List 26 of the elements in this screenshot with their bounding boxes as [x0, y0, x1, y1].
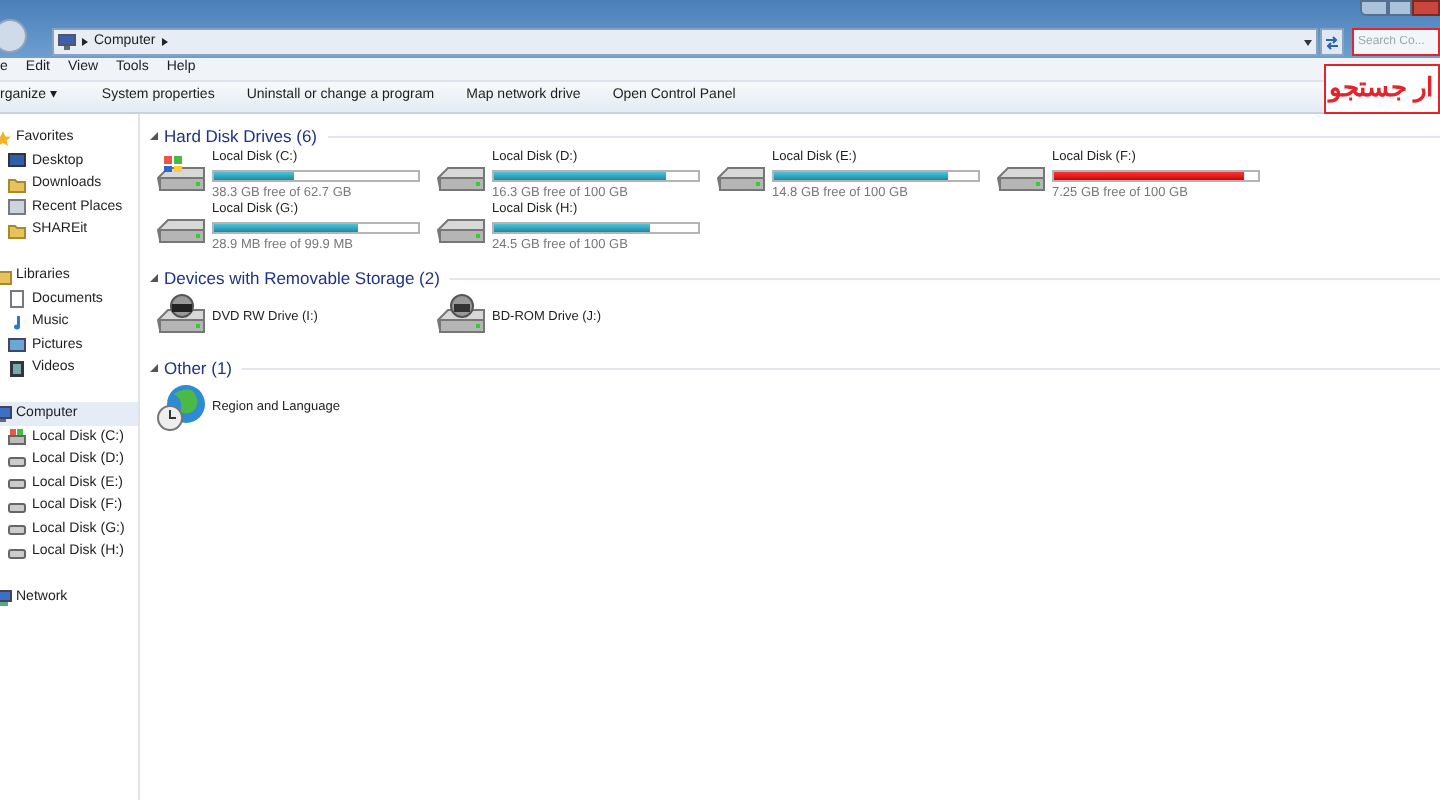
system-drive-icon: [8, 428, 26, 447]
collapse-icon[interactable]: [150, 132, 158, 140]
refresh-arrows-icon: [1324, 35, 1341, 49]
desktop-icon: [8, 152, 26, 171]
maximize-button[interactable]: [1388, 0, 1412, 16]
globe-with-clock-icon: [156, 384, 208, 432]
document-icon: [8, 290, 26, 309]
folder-icon: [8, 221, 26, 240]
folder-icon: [8, 175, 26, 194]
section-heading: Other (1): [164, 355, 233, 381]
dropdown-icon[interactable]: [1304, 39, 1313, 45]
music-note-icon: [8, 313, 26, 332]
chevron-icon: [82, 38, 88, 46]
collapse-icon[interactable]: [150, 364, 158, 372]
section-heading: Devices with Removable Storage (2): [164, 265, 440, 291]
section-heading: Hard Disk Drives (6): [164, 123, 318, 149]
recent-places-icon: [8, 198, 26, 217]
chevron-icon[interactable]: [161, 38, 168, 46]
collapse-icon[interactable]: [150, 274, 158, 282]
computer-icon: [58, 34, 76, 50]
refresh-button[interactable]: [1320, 28, 1344, 56]
minimize-button[interactable]: [1360, 0, 1388, 16]
back-button[interactable]: [0, 18, 32, 54]
annotation-label: ار جستجو: [1324, 64, 1440, 114]
film-icon: [8, 359, 26, 378]
picture-icon: [8, 336, 26, 355]
